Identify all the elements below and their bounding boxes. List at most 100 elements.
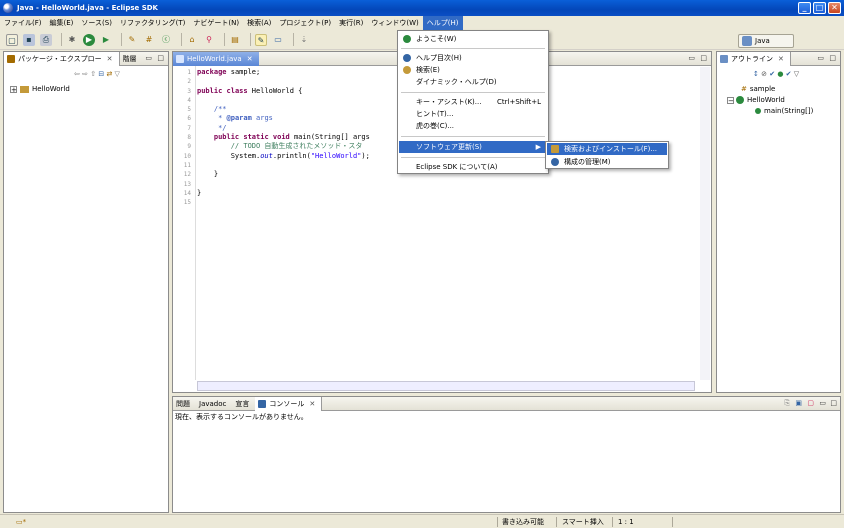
- debug-icon[interactable]: ✱: [66, 34, 78, 46]
- minimize-button[interactable]: _: [798, 2, 811, 14]
- save-icon[interactable]: ▪: [23, 33, 35, 46]
- menu-refactor[interactable]: リファクタリング(T): [116, 16, 189, 30]
- new-icon[interactable]: ▢: [6, 33, 18, 46]
- menu-help[interactable]: ヘルプ(H): [422, 16, 463, 30]
- line-number: 5: [187, 106, 191, 114]
- menu-item-find-install[interactable]: 検索およびインストール(F)...: [547, 143, 667, 155]
- outline-icon: [720, 54, 728, 63]
- close-icon[interactable]: ✕: [247, 52, 253, 66]
- status-cursor-position: 1 : 1: [618, 518, 634, 526]
- new-class-icon[interactable]: ⓒ: [160, 34, 172, 46]
- menu-item-label: ソフトウェア更新(S): [416, 143, 482, 151]
- menu-item-about[interactable]: Eclipse SDK について(A): [399, 161, 547, 173]
- menu-source[interactable]: ソース(S): [77, 16, 116, 30]
- back-nav-icon[interactable]: ⇦: [74, 70, 80, 78]
- class-icon: [736, 96, 744, 104]
- tab-problems[interactable]: 問題: [173, 397, 196, 411]
- tab-outline[interactable]: アウトライン ✕: [717, 51, 791, 66]
- tab-helloworld-java[interactable]: HelloWorld.java ✕: [173, 51, 259, 66]
- code-line: 8 public static void main(String[] args: [187, 133, 369, 142]
- open-console-icon[interactable]: ▢: [807, 399, 814, 407]
- tab-package-explorer[interactable]: パッケージ・エクスプロー ✕: [4, 51, 120, 66]
- close-icon[interactable]: ✕: [309, 397, 315, 411]
- line-number: 6: [187, 115, 191, 123]
- menu-project[interactable]: プロジェクト(P): [275, 16, 335, 30]
- menu-window[interactable]: ウィンドウ(W): [367, 16, 422, 30]
- maximize-view-icon[interactable]: □: [700, 54, 707, 62]
- hide-nonpublic-icon[interactable]: ●: [777, 70, 783, 78]
- menu-navigate[interactable]: ナビゲート(N): [189, 16, 243, 30]
- search-icon[interactable]: ⚲: [203, 34, 215, 46]
- menu-item-manage-config[interactable]: 構成の管理(M): [547, 156, 667, 168]
- code-line: 4: [187, 96, 370, 105]
- menu-item-software-updates[interactable]: ソフトウェア更新(S) ▶: [399, 141, 547, 153]
- package-explorer-icon: [7, 54, 15, 63]
- tab-console[interactable]: コンソール ✕: [255, 396, 323, 411]
- outline-item-package[interactable]: # sample: [741, 85, 775, 93]
- java-perspective-icon: [742, 36, 752, 46]
- external-tools-icon[interactable]: ▶: [100, 34, 112, 46]
- minimize-view-icon[interactable]: ▭: [819, 399, 826, 407]
- display-console-icon[interactable]: ▣: [795, 399, 802, 407]
- tab-declaration[interactable]: 宣言: [232, 397, 255, 411]
- next-annotation-icon[interactable]: ✎: [255, 33, 267, 46]
- print-icon[interactable]: ⎙: [40, 33, 52, 46]
- tab-javadoc[interactable]: Javadoc: [196, 397, 232, 411]
- hide-fields-icon[interactable]: ⊘: [761, 70, 767, 78]
- link-editor-icon[interactable]: ⇄: [106, 70, 112, 78]
- code-line: 5 /**: [187, 105, 370, 114]
- hide-local-types-icon[interactable]: ✔: [786, 70, 792, 78]
- maximize-view-icon[interactable]: □: [830, 399, 837, 407]
- expand-icon[interactable]: +: [10, 85, 17, 93]
- console-tabs: 問題 Javadoc 宣言 コンソール ✕ ⎘ ▣ ▢ ▭ □: [173, 396, 840, 411]
- package-explorer-view: パッケージ・エクスプロー ✕ 階層 ▭ □ ⇦ ⇨ ⇧ ⊟ ⇄ ▽ + Hell…: [3, 51, 169, 513]
- menu-item-help-search[interactable]: 検索(E): [399, 64, 547, 76]
- perspective-switcher[interactable]: Java: [738, 34, 794, 48]
- collapse-all-icon[interactable]: ⊟: [98, 70, 104, 78]
- menu-edit[interactable]: 編集(E): [46, 16, 78, 30]
- collapse-icon[interactable]: −: [727, 96, 734, 104]
- forward-nav-icon[interactable]: ⇨: [82, 70, 88, 78]
- minimize-view-icon[interactable]: ▭: [688, 54, 695, 62]
- tab-hierarchy[interactable]: 階層: [120, 52, 143, 66]
- close-button[interactable]: ✕: [828, 2, 841, 14]
- forward-icon[interactable]: ⇣: [298, 34, 310, 46]
- menu-item-cheat-sheets[interactable]: 虎の巻(C)...: [399, 120, 547, 132]
- menu-item-dynamic-help[interactable]: ダイナミック・ヘルプ(D): [399, 76, 547, 88]
- back-icon[interactable]: ▭: [272, 34, 284, 46]
- new-package-icon[interactable]: #: [143, 34, 155, 46]
- view-menu-icon[interactable]: ▽: [115, 70, 120, 78]
- maximize-button[interactable]: □: [813, 2, 826, 14]
- fast-view-icon[interactable]: ▭*: [16, 517, 26, 527]
- menu-file[interactable]: ファイル(F): [0, 16, 46, 30]
- menu-item-help-contents[interactable]: ヘルプ目次(H): [399, 52, 547, 64]
- maximize-view-icon[interactable]: □: [157, 54, 164, 62]
- minimize-view-icon[interactable]: ▭: [817, 54, 824, 62]
- maximize-view-icon[interactable]: □: [829, 54, 836, 62]
- run-icon[interactable]: ▶: [83, 33, 95, 46]
- toggle-mark-icon[interactable]: ▤: [229, 34, 241, 46]
- close-icon[interactable]: ✕: [778, 52, 784, 66]
- menu-item-label: ヒント(T)...: [416, 110, 454, 118]
- hide-static-icon[interactable]: ✔: [769, 70, 775, 78]
- tree-item-helloworld[interactable]: + HelloWorld: [10, 85, 70, 93]
- view-menu-icon[interactable]: ▽: [794, 70, 799, 78]
- editor-vertical-scrollbar[interactable]: [700, 67, 710, 380]
- editor-horizontal-scrollbar[interactable]: [197, 381, 695, 391]
- up-icon[interactable]: ⇧: [90, 70, 96, 78]
- sort-icon[interactable]: ↕: [753, 70, 759, 78]
- code-text[interactable]: 1 package sample; 2 3 public class HelloWo…: [184, 68, 370, 207]
- new-java-project-icon[interactable]: ✎: [126, 34, 138, 46]
- menu-item-key-assist[interactable]: キー・アシスト(K)... Ctrl+Shift+L: [399, 96, 547, 108]
- close-icon[interactable]: ✕: [107, 52, 113, 66]
- minimize-view-icon[interactable]: ▭: [145, 54, 152, 62]
- outline-item-method[interactable]: main(String[]): [755, 107, 813, 115]
- pin-console-icon[interactable]: ⎘: [784, 399, 790, 408]
- menu-item-welcome[interactable]: ようこそ(W): [399, 33, 547, 45]
- open-type-icon[interactable]: ⌂: [186, 34, 198, 46]
- menu-search[interactable]: 検索(A): [243, 16, 275, 30]
- menu-item-tips[interactable]: ヒント(T)...: [399, 108, 547, 120]
- menu-run[interactable]: 実行(R): [335, 16, 367, 30]
- outline-item-class[interactable]: − HelloWorld: [727, 96, 785, 104]
- code-line: 3 public class HelloWorld {: [187, 87, 370, 96]
